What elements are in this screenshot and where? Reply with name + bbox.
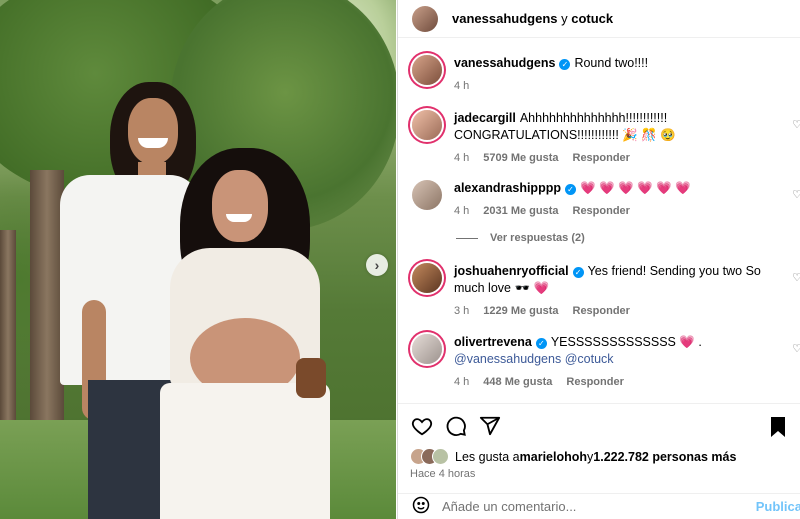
avatar[interactable] — [412, 334, 442, 364]
comment-time: 4 h — [454, 376, 470, 388]
heart-icon[interactable]: ♡ — [792, 188, 800, 201]
author-link[interactable]: vanessahudgens — [452, 11, 558, 26]
liker-username[interactable]: marielohoh — [520, 450, 587, 464]
comment-likes[interactable]: 5709 Me gusta — [483, 152, 558, 164]
heart-icon[interactable] — [410, 414, 434, 438]
comment-likes[interactable]: 448 Me gusta — [483, 376, 552, 388]
avatar[interactable] — [412, 55, 442, 85]
post-time: Hace 4 horas — [410, 468, 476, 480]
post-header: vanessahudgens y cotuck — [398, 0, 800, 38]
avatar[interactable] — [412, 5, 438, 32]
avatar[interactable] — [412, 110, 442, 140]
comment-time: 3 h — [454, 305, 470, 317]
chevron-right-icon: › — [374, 257, 380, 273]
comment-likes[interactable]: 1229 Me gusta — [483, 305, 558, 317]
heart-icon[interactable]: ♡ — [792, 342, 800, 355]
comment-item: olivertrevena ✓ YESSSSSSSSSSSSS 💗 . @vanes… — [412, 334, 800, 391]
liker-avatars — [410, 448, 449, 465]
photo-woman — [160, 148, 340, 519]
verified-icon: ✓ — [572, 267, 584, 278]
post-photo[interactable]: › — [0, 0, 396, 519]
verified-icon: ✓ — [564, 184, 576, 195]
authors-joiner: y — [557, 11, 572, 26]
comment-username[interactable]: joshuahenryofficial — [454, 264, 569, 278]
verified-icon: ✓ — [559, 59, 571, 70]
coauthor-link[interactable]: cotuck — [571, 11, 613, 26]
mention-link[interactable]: @vanessahudgens — [454, 352, 561, 366]
share-icon[interactable] — [478, 414, 502, 438]
avatar[interactable] — [412, 263, 442, 293]
comment-time: 4 h — [454, 152, 470, 164]
action-bar — [398, 403, 800, 448]
likes-summary: Les gusta a marielohoh y 1.222.782 perso… — [410, 448, 736, 465]
comment-item: joshuahenryofficial ✓ Yes friend! Sending … — [412, 263, 800, 320]
caption-text: Round two!!!! — [574, 56, 649, 70]
likes-prefix: Les gusta a — [455, 449, 520, 464]
comment-text: YESSSSSSSSSSSSS 💗 . — [550, 335, 702, 349]
caption-username[interactable]: vanessahudgens — [454, 56, 555, 70]
publish-button[interactable]: Publica — [756, 499, 800, 514]
reply-button[interactable]: Responder — [566, 376, 623, 388]
heart-icon[interactable]: ♡ — [792, 271, 800, 284]
comment-username[interactable]: olivertrevena — [454, 335, 532, 349]
caption-time: 4 h — [454, 80, 470, 92]
comment-username[interactable]: jadecargill — [454, 111, 516, 125]
post-authors: vanessahudgens y cotuck — [452, 11, 613, 26]
emoji-icon[interactable] — [412, 496, 430, 517]
comment-text: 💗 💗 💗 💗 💗 💗 — [579, 181, 691, 195]
replies-line — [456, 237, 478, 239]
verified-icon: ✓ — [535, 338, 547, 349]
heart-icon[interactable]: ♡ — [792, 118, 800, 131]
comment-likes[interactable]: 2031 Me gusta — [483, 205, 558, 217]
reply-button[interactable]: Responder — [573, 152, 630, 164]
likes-count[interactable]: 1.222.782 personas más — [593, 450, 736, 464]
comment-username[interactable]: alexandrashipppp — [454, 181, 561, 195]
comment-item: alexandrashipppp ✓ 💗 💗 💗 💗 💗 💗 4 h 2031 Me … — [412, 180, 800, 220]
mention-link[interactable]: @cotuck — [565, 352, 614, 366]
post-panel: vanessahudgens y cotuck vanessahudgens ✓ R… — [397, 0, 800, 519]
bookmark-icon[interactable] — [766, 415, 790, 439]
comment-icon[interactable] — [444, 414, 468, 438]
reply-button[interactable]: Responder — [573, 205, 630, 217]
post-caption: vanessahudgens ✓ Round two!!!! 4 h — [412, 55, 800, 95]
view-replies-label: Ver respuestas (2) — [490, 232, 585, 244]
comment-time: 4 h — [454, 205, 470, 217]
comment-input[interactable]: Añade un comentario... — [442, 499, 576, 514]
avatar — [432, 448, 449, 465]
avatar[interactable] — [412, 180, 442, 210]
add-comment-bar: Añade un comentario... Publica — [398, 493, 800, 519]
next-image-button[interactable]: › — [366, 254, 388, 276]
comment-item: jadecargill Ahhhhhhhhhhhhhh!!!!!!!!!!!! C… — [412, 110, 800, 167]
view-replies-button[interactable]: Ver respuestas (2) — [456, 232, 585, 244]
reply-button[interactable]: Responder — [573, 305, 630, 317]
